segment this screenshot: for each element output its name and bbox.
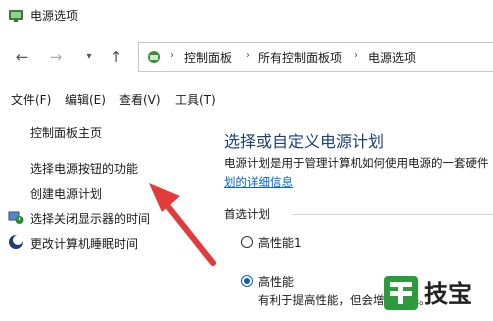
plan-radio-high-performance[interactable] (241, 275, 253, 287)
plan-label: 高性能1 (258, 236, 302, 250)
breadcrumb-item[interactable]: 所有控制面板项 (258, 49, 342, 66)
breadcrumb-separator-icon: › (170, 50, 174, 61)
section-divider (292, 214, 493, 215)
back-button[interactable]: ← (11, 46, 33, 68)
watermark-logo: 技宝 (372, 266, 493, 317)
sidebar-item-display-off[interactable]: 选择关闭显示器的时间 (30, 210, 150, 227)
breadcrumb-separator-icon: › (246, 50, 250, 61)
menu-view[interactable]: 查看(V) (119, 91, 161, 108)
breadcrumb-item[interactable]: 电源选项 (368, 49, 416, 66)
control-panel-icon (148, 51, 160, 63)
monitor-power-icon (8, 211, 24, 224)
preferred-plans-label: 首选计划 (224, 207, 270, 221)
sidebar-item-sleep-time[interactable]: 更改计算机睡眠时间 (30, 235, 138, 252)
plan-label: 高性能 (258, 275, 295, 289)
page-description: 电源计划是用于管理计算机如何使用电源的一套硬件 (224, 156, 489, 170)
moon-icon (9, 235, 23, 249)
breadcrumb-separator-icon: › (354, 50, 358, 61)
plan-radio-high-performance-1[interactable] (241, 236, 253, 248)
menu-file[interactable]: 文件(F) (11, 91, 51, 108)
forward-button[interactable]: → (45, 46, 67, 68)
svg-text:技宝: 技宝 (424, 280, 472, 308)
plan-details-link[interactable]: 划的详细信息 (224, 174, 293, 190)
page-title: 选择或自定义电源计划 (224, 132, 385, 151)
power-options-icon (9, 10, 23, 22)
menu-tools[interactable]: 工具(T) (175, 91, 216, 108)
recent-dropdown-icon[interactable]: ▾ (78, 46, 100, 68)
sidebar-item-create-plan[interactable]: 创建电源计划 (30, 185, 102, 202)
sidebar-item-home[interactable]: 控制面板主页 (30, 124, 102, 141)
window-title: 电源选项 (30, 9, 79, 23)
up-button[interactable]: ↑ (105, 46, 127, 68)
menu-edit[interactable]: 编辑(E) (65, 91, 106, 108)
sidebar-item-power-button[interactable]: 选择电源按钮的功能 (30, 160, 138, 177)
breadcrumb-item[interactable]: 控制面板 (184, 49, 232, 66)
